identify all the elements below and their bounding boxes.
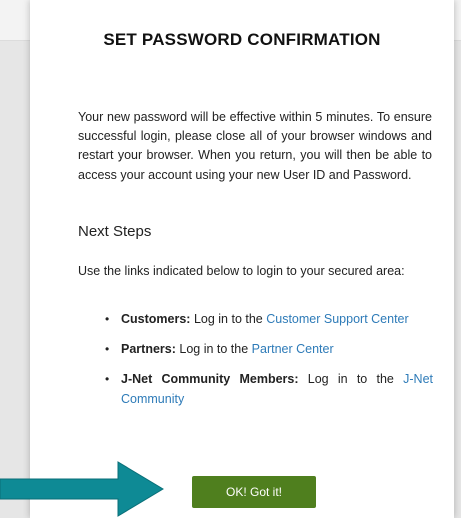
item-label: Partners: <box>121 342 176 357</box>
item-label: Customers: <box>121 312 191 326</box>
item-text: Log in to the <box>298 372 404 387</box>
confirmation-message: Your new password will be effective with… <box>78 110 432 182</box>
login-links-list: • Customers: Log in to the Customer Supp… <box>103 310 433 420</box>
partner-center-link[interactable]: Partner Center <box>252 342 334 356</box>
password-confirmation-dialog: SET PASSWORD CONFIRMATION Your new passw… <box>30 0 454 518</box>
bullet-icon: • <box>105 312 110 326</box>
arrow-shape <box>0 461 164 517</box>
item-label: J-Net Community Members: <box>121 372 299 387</box>
list-item-customers: • Customers: Log in to the Customer Supp… <box>103 310 433 329</box>
bullet-icon: • <box>105 372 110 387</box>
next-steps-heading: Next Steps <box>78 223 152 240</box>
pointer-arrow-icon <box>0 461 164 517</box>
bullet-icon: • <box>105 342 110 357</box>
customer-support-center-link[interactable]: Customer Support Center <box>266 312 408 326</box>
list-item-jnet: • J-Net Community Members: Log in to the… <box>103 370 433 408</box>
ok-got-it-button[interactable]: OK! Got it! <box>192 476 316 508</box>
item-text: Log in to the <box>175 342 252 357</box>
item-text: Log in to the <box>190 312 267 326</box>
dialog-title: SET PASSWORD CONFIRMATION <box>103 30 381 49</box>
list-item-partners: • Partners: Log in to the Partner Center <box>103 340 433 359</box>
links-intro-text: Use the links indicated below to login t… <box>78 264 405 278</box>
